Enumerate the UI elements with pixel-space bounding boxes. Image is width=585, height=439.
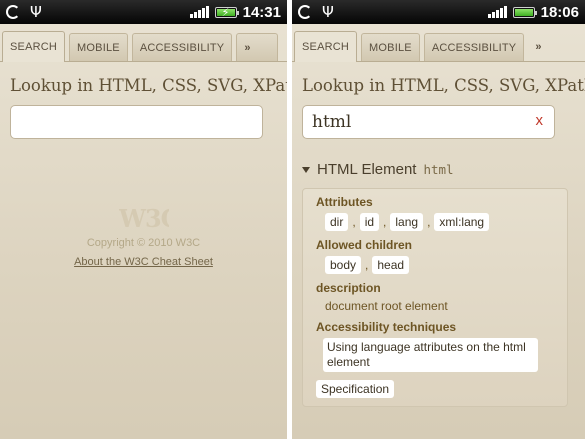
result-panel: Attributes dir , id , lang , xml:lang Al… xyxy=(302,188,568,407)
attribute-chip[interactable]: id xyxy=(359,213,380,231)
result-title: HTML Element xyxy=(317,161,417,178)
clock: 14:31 xyxy=(242,3,281,21)
sync-icon xyxy=(298,5,312,19)
tab-bar: SEARCH MOBILE ACCESSIBILITY » xyxy=(292,24,585,62)
technique-link[interactable]: Using language attributes on the html el… xyxy=(323,338,538,372)
left-screen: Ψ ⚡ 14:31 SEARCH MOBILE ACCESSIBILITY » … xyxy=(0,0,287,439)
tab-more[interactable]: » xyxy=(236,33,279,61)
triangle-down-icon xyxy=(302,166,310,173)
separator: , xyxy=(352,215,356,229)
battery-charging-icon: ⚡ xyxy=(214,6,239,19)
tab-more[interactable]: » xyxy=(528,33,548,61)
child-chip[interactable]: body xyxy=(325,256,362,274)
tab-mobile[interactable]: MOBILE xyxy=(361,33,420,61)
tab-accessibility[interactable]: ACCESSIBILITY xyxy=(131,33,233,61)
sync-icon xyxy=(6,5,20,19)
w3c-logo-text: W3C xyxy=(119,205,169,231)
tab-search[interactable]: SEARCH xyxy=(2,31,66,62)
usb-icon: Ψ xyxy=(322,2,334,21)
right-screen: Ψ 18:06 SEARCH MOBILE ACCESSIBILITY » Lo… xyxy=(292,0,585,439)
child-chip[interactable]: head xyxy=(372,256,410,274)
search-input[interactable]: html x xyxy=(302,105,555,139)
attributes-heading: Attributes xyxy=(316,195,373,209)
lookup-label: Lookup in HTML, CSS, SVG, XPath: xyxy=(10,76,287,95)
usb-icon: Ψ xyxy=(30,2,42,21)
separator: , xyxy=(365,258,369,272)
result-section-toggle[interactable]: HTML Element html xyxy=(302,161,585,178)
result-tag: html xyxy=(423,162,454,177)
separator: , xyxy=(427,215,431,229)
attribute-chip[interactable]: xml:lang xyxy=(434,213,490,231)
children-list: body , head xyxy=(325,256,567,274)
search-input-value: html xyxy=(312,112,352,132)
tab-accessibility[interactable]: ACCESSIBILITY xyxy=(423,33,525,61)
separator: , xyxy=(383,215,387,229)
signal-icon xyxy=(189,6,209,18)
description-text: document root element xyxy=(325,299,448,313)
attribute-chip[interactable]: dir xyxy=(325,213,349,231)
status-bar: Ψ ⚡ 14:31 xyxy=(0,0,287,24)
description-heading: description xyxy=(316,281,381,295)
tab-mobile[interactable]: MOBILE xyxy=(69,33,128,61)
clock: 18:06 xyxy=(540,3,579,21)
w3c-logo: W3C xyxy=(119,205,169,231)
signal-icon xyxy=(487,6,507,18)
battery-icon xyxy=(512,6,537,18)
clear-search-button[interactable]: x xyxy=(536,112,544,129)
about-link[interactable]: About the W3C Cheat Sheet xyxy=(0,256,287,268)
tab-search[interactable]: SEARCH xyxy=(294,31,358,62)
attribute-chip[interactable]: lang xyxy=(390,213,424,231)
tab-bar: SEARCH MOBILE ACCESSIBILITY » xyxy=(0,24,287,62)
specification-link[interactable]: Specification xyxy=(316,380,395,398)
attributes-list: dir , id , lang , xml:lang xyxy=(325,213,567,231)
accessibility-techniques-heading: Accessibility techniques xyxy=(316,320,457,334)
search-input[interactable] xyxy=(10,105,263,139)
status-bar: Ψ 18:06 xyxy=(292,0,585,24)
copyright-text: Copyright © 2010 W3C xyxy=(86,237,201,249)
allowed-children-heading: Allowed children xyxy=(316,238,413,252)
lookup-label: Lookup in HTML, CSS, SVG, XPath: xyxy=(302,76,585,95)
